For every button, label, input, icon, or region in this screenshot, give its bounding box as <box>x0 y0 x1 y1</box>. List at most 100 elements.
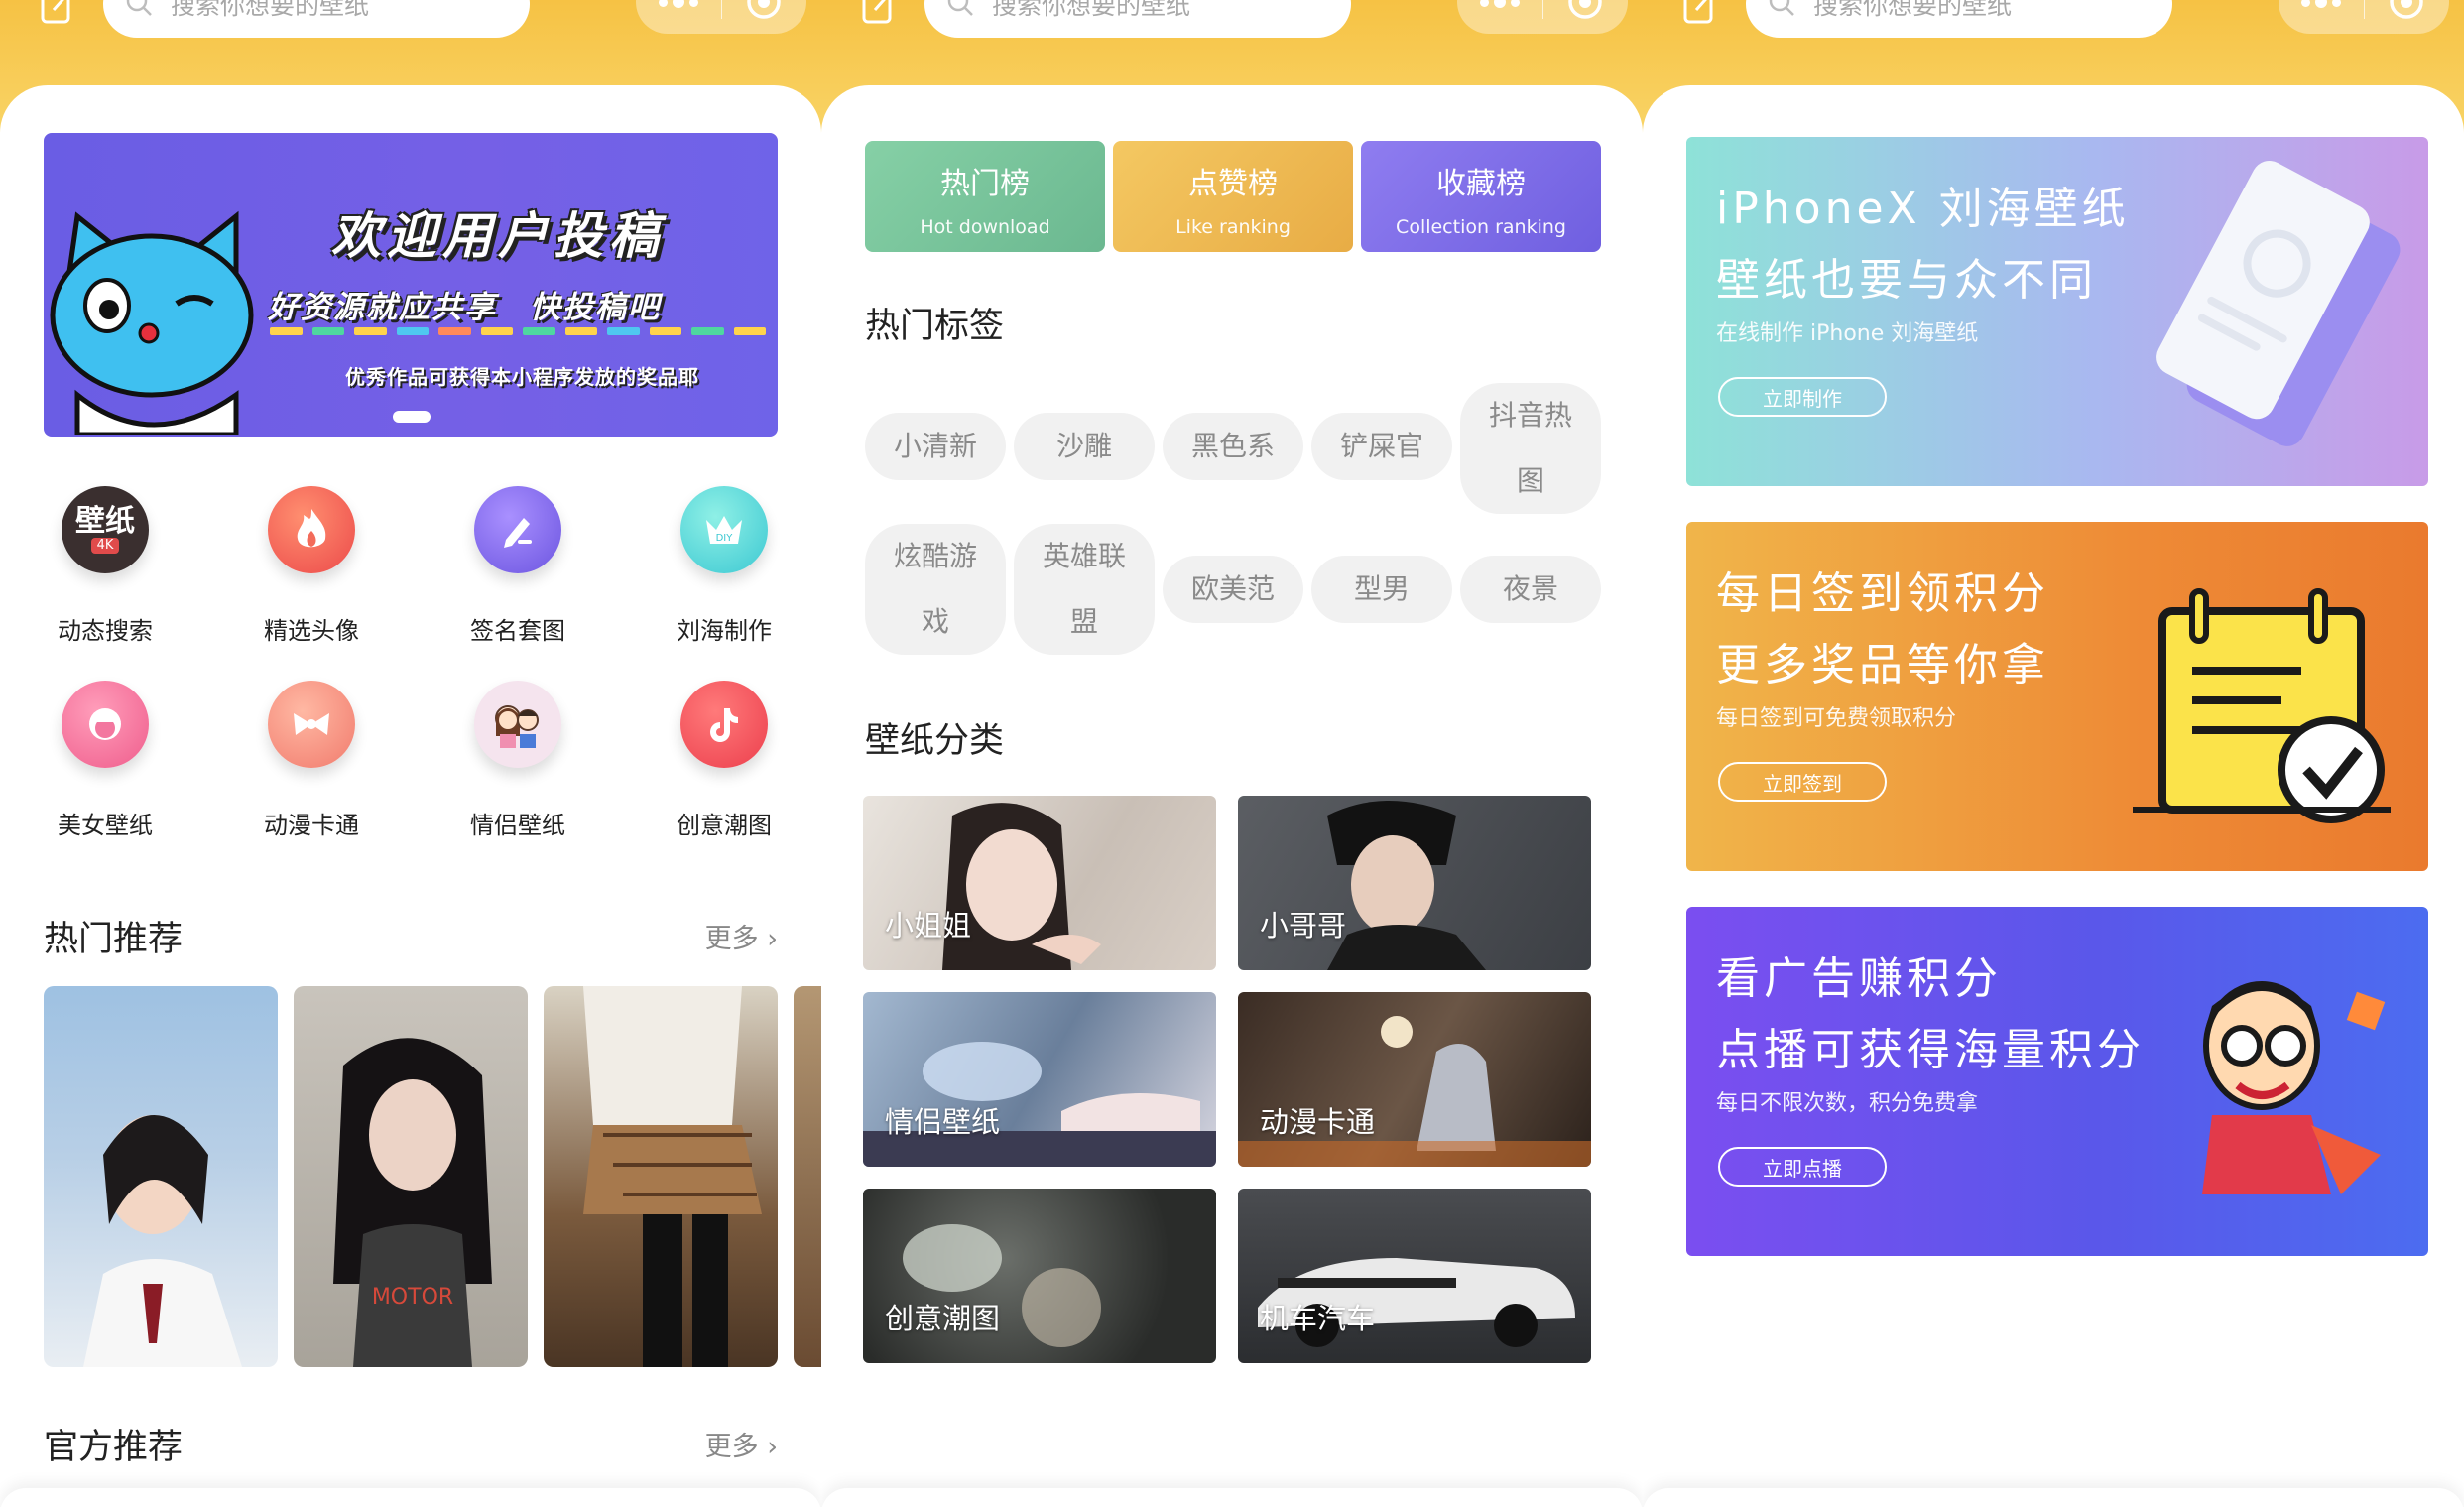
search-input[interactable]: 搜索你想要的壁纸 <box>924 0 1351 38</box>
search-input[interactable]: 搜索你想要的壁纸 <box>103 0 530 38</box>
bottom-tab-bar[interactable] <box>821 1488 1643 1507</box>
grid-label: 签名套图 <box>470 617 565 645</box>
category-young-man[interactable]: 小哥哥 <box>1238 796 1591 970</box>
search-placeholder: 搜索你想要的壁纸 <box>992 0 1191 20</box>
search-icon <box>1769 0 1794 16</box>
banner-stripe <box>270 327 766 335</box>
make-now-button[interactable]: 立即制作 <box>1718 377 1887 417</box>
mini-program-capsule <box>2279 0 2449 34</box>
banner-note: 优秀作品可获得本小程序发放的奖品耶 <box>345 365 699 389</box>
couple-icon <box>474 681 561 768</box>
home-screen: 搜索你想要的壁纸 欢迎用户投稿 好资源就应共享 快投稿吧 优秀作品可获得本小程序… <box>0 0 821 1507</box>
hot-wallpaper-4[interactable] <box>794 986 821 1367</box>
tag-item[interactable]: 英雄联盟 <box>1014 524 1155 655</box>
checkin-now-button[interactable]: 立即签到 <box>1718 762 1887 802</box>
calendar-check-icon <box>2133 588 2391 823</box>
svg-text:MOTOR: MOTOR <box>372 1285 453 1310</box>
mascot-hero-icon <box>2202 981 2386 1194</box>
promo-watch-ads[interactable]: 看广告赚积分 点播可获得海量积分 每日不限次数，积分免费拿 立即点播 <box>1686 907 2428 1256</box>
promo-notch-wallpaper[interactable]: iPhoneX 刘海壁纸 壁纸也要与众不同 在线制作 iPhone 刘海壁纸 立… <box>1686 137 2428 486</box>
grid-item-couple[interactable]: 情侣壁纸 <box>438 681 597 840</box>
tasks-screen: 搜索你想要的壁纸 iPhoneX 刘海壁纸 壁纸也要与众不同 在线制作 iPho… <box>1643 0 2464 1507</box>
category-couple[interactable]: 情侣壁纸 <box>863 992 1216 1167</box>
hot-wallpaper-2[interactable]: MOTOR <box>294 986 528 1367</box>
category-title: 壁纸分类 <box>865 721 1005 761</box>
grid-label: 动态搜索 <box>58 617 153 645</box>
tiktok-icon <box>680 681 768 768</box>
submission-banner[interactable]: 欢迎用户投稿 好资源就应共享 快投稿吧 优秀作品可获得本小程序发放的奖品耶 <box>44 133 778 437</box>
bow-icon <box>268 681 355 768</box>
tag-item[interactable]: 欧美范 <box>1163 556 1303 623</box>
close-program-icon[interactable] <box>722 0 807 21</box>
grid-label: 创意潮图 <box>677 812 772 839</box>
close-program-icon[interactable] <box>2365 0 2450 21</box>
phone-mockup-icon <box>2156 161 2401 446</box>
rank-hot-download[interactable]: 热门榜 Hot download <box>865 141 1105 252</box>
grid-item-dynamic-search[interactable]: 壁纸 4K 动态搜索 <box>26 486 185 646</box>
grid-item-anime[interactable]: 动漫卡通 <box>232 681 391 840</box>
category-young-lady[interactable]: 小姐姐 <box>863 796 1216 970</box>
diy-crown-icon: DIY <box>680 486 768 573</box>
edit-icon[interactable] <box>1682 0 1716 28</box>
tag-item[interactable]: 小清新 <box>865 413 1006 480</box>
girl-icon <box>62 681 149 768</box>
grid-label: 情侣壁纸 <box>470 812 565 839</box>
tag-item[interactable]: 黑色系 <box>1163 413 1303 480</box>
search-placeholder: 搜索你想要的壁纸 <box>1813 0 2013 20</box>
grid-label: 美女壁纸 <box>58 812 153 839</box>
grid-label: 刘海制作 <box>677 617 772 645</box>
category-anime[interactable]: 动漫卡通 <box>1238 992 1591 1167</box>
more-menu-icon[interactable] <box>1457 0 1542 8</box>
category-creative[interactable]: 创意潮图 <box>863 1189 1216 1363</box>
tag-item[interactable]: 炫酷游戏 <box>865 524 1006 655</box>
carousel-indicator <box>393 411 431 423</box>
discover-screen: 搜索你想要的壁纸 热门榜 Hot download 点赞榜 Like ranking… <box>821 0 1643 1507</box>
tag-item[interactable]: 型男 <box>1311 556 1452 623</box>
hot-recommend-title: 热门推荐 <box>44 920 184 959</box>
tag-item[interactable]: 铲屎官 <box>1311 413 1452 480</box>
bottom-tab-bar[interactable] <box>0 1488 821 1507</box>
tag-item[interactable]: 抖音热图 <box>1460 383 1601 514</box>
category-vehicles[interactable]: 机车汽车 <box>1238 1189 1591 1363</box>
tag-item[interactable]: 沙雕 <box>1014 413 1155 480</box>
grid-item-beauty[interactable]: 美女壁纸 <box>26 681 185 840</box>
official-more-link[interactable]: 更多 › <box>705 1425 778 1463</box>
search-input[interactable]: 搜索你想要的壁纸 <box>1746 0 2172 38</box>
fire-icon <box>268 486 355 573</box>
mini-program-capsule <box>1457 0 1628 34</box>
pen-icon <box>474 486 561 573</box>
edit-icon[interactable] <box>861 0 895 28</box>
grid-label: 动漫卡通 <box>264 812 359 839</box>
grid-label: 精选头像 <box>264 617 359 645</box>
search-icon <box>126 0 152 16</box>
grid-item-avatars[interactable]: 精选头像 <box>232 486 391 646</box>
hot-tags-title: 热门标签 <box>865 307 1005 346</box>
grid-item-signature[interactable]: 签名套图 <box>438 486 597 646</box>
hot-wallpaper-1[interactable] <box>44 986 278 1367</box>
bottom-tab-bar[interactable] <box>1643 1488 2464 1507</box>
chevron-right-icon: › <box>767 1432 778 1462</box>
banner-headline: 欢迎用户投稿 <box>331 207 665 265</box>
tag-item[interactable]: 夜景 <box>1460 556 1601 623</box>
more-menu-icon[interactable] <box>636 0 721 8</box>
cat-mascot-icon <box>50 210 254 435</box>
wallpaper-4k-icon: 壁纸 4K <box>62 486 149 573</box>
mini-program-capsule <box>636 0 806 34</box>
promo-daily-checkin[interactable]: 每日签到领积分 更多奖品等你拿 每日签到可免费领取积分 立即签到 <box>1686 522 2428 871</box>
rank-collection[interactable]: 收藏榜 Collection ranking <box>1361 141 1601 252</box>
banner-subline: 好资源就应共享 快投稿吧 <box>268 290 661 325</box>
svg-text:DIY: DIY <box>716 533 734 544</box>
search-icon <box>947 0 973 16</box>
more-menu-icon[interactable] <box>2279 0 2364 8</box>
hot-wallpaper-3[interactable] <box>544 986 778 1367</box>
grid-item-creative[interactable]: 创意潮图 <box>645 681 803 840</box>
official-recommend-title: 官方推荐 <box>44 1428 184 1467</box>
chevron-right-icon: › <box>767 924 778 954</box>
hot-more-link[interactable]: 更多 › <box>705 917 778 955</box>
rank-like[interactable]: 点赞榜 Like ranking <box>1113 141 1353 252</box>
edit-icon[interactable] <box>40 0 73 28</box>
play-now-button[interactable]: 立即点播 <box>1718 1147 1887 1187</box>
search-placeholder: 搜索你想要的壁纸 <box>171 0 370 20</box>
close-program-icon[interactable] <box>1543 0 1629 21</box>
grid-item-notch[interactable]: DIY 刘海制作 <box>645 486 803 646</box>
